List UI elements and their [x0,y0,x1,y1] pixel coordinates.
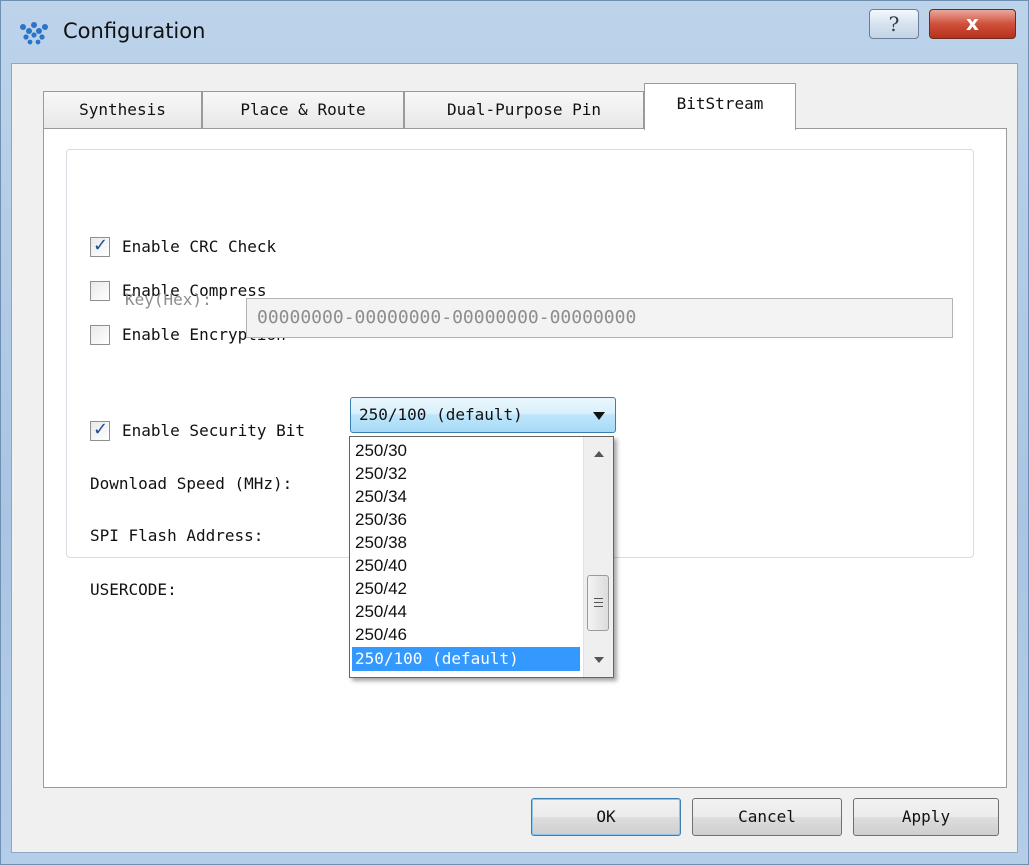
title-bar[interactable]: Configuration ? x [1,1,1029,63]
help-button[interactable]: ? [869,9,919,39]
dropdown-option[interactable]: 250/36 [352,508,580,532]
scroll-down-arrow-icon[interactable] [594,657,604,663]
enable-encryption-checkbox[interactable] [90,325,110,345]
grip-line [594,606,603,607]
grip-line [594,602,603,603]
dropdown-option[interactable]: 250/44 [352,600,580,624]
ok-button[interactable]: OK [531,798,681,836]
enable-security-bit-label[interactable]: Enable Security Bit [122,421,305,441]
tab-dual-purpose-pin[interactable]: Dual-Purpose Pin [404,91,644,129]
window-title: Configuration [63,19,206,43]
download-speed-label: Download Speed (MHz): [90,474,293,493]
grip-line [594,598,603,599]
enable-security-bit-checkbox[interactable] [90,419,110,441]
tab-place-route[interactable]: Place & Route [202,91,404,129]
enable-crc-check-label[interactable]: Enable CRC Check [122,237,276,257]
apply-button[interactable]: Apply [853,798,999,836]
dropdown-scrollbar[interactable] [583,437,613,677]
cancel-button[interactable]: Cancel [692,798,842,836]
dropdown-option[interactable]: 250/34 [352,485,580,509]
dropdown-option[interactable]: 250/42 [352,577,580,601]
dropdown-option[interactable]: 250/40 [352,554,580,578]
usercode-label: USERCODE: [90,580,177,599]
tab-bitstream[interactable]: BitStream [644,83,796,130]
download-speed-select[interactable]: 250/100 (default) [350,397,616,433]
scroll-up-arrow-icon[interactable] [594,451,604,457]
dropdown-option[interactable]: 250/38 [352,531,580,555]
dropdown-option[interactable]: 250/30 [352,439,580,463]
enable-crc-check-checkbox[interactable] [90,235,110,257]
close-button[interactable]: x [929,9,1016,39]
download-speed-value: 250/100 (default) [359,405,523,424]
dropdown-option[interactable]: 250/32 [352,462,580,486]
dropdown-option-selected[interactable]: 250/100 (default) [352,647,580,671]
chevron-down-icon [593,412,605,420]
dropdown-option[interactable]: 250/46 [352,623,580,647]
tab-synthesis[interactable]: Synthesis [43,91,202,129]
key-hex-input[interactable]: 00000000-00000000-00000000-00000000 [246,298,953,338]
spi-flash-address-label: SPI Flash Address: [90,526,264,545]
configuration-dialog: Configuration ? x Synthesis Place & Rout… [0,0,1029,865]
key-hex-label: Key(Hex): [125,290,212,309]
gowin-logo-icon [20,22,48,45]
download-speed-dropdown-list[interactable]: 250/30 250/32 250/34 250/36 250/38 250/4… [349,436,614,678]
scrollbar-thumb[interactable] [587,575,609,631]
enable-compress-checkbox[interactable] [90,281,110,301]
